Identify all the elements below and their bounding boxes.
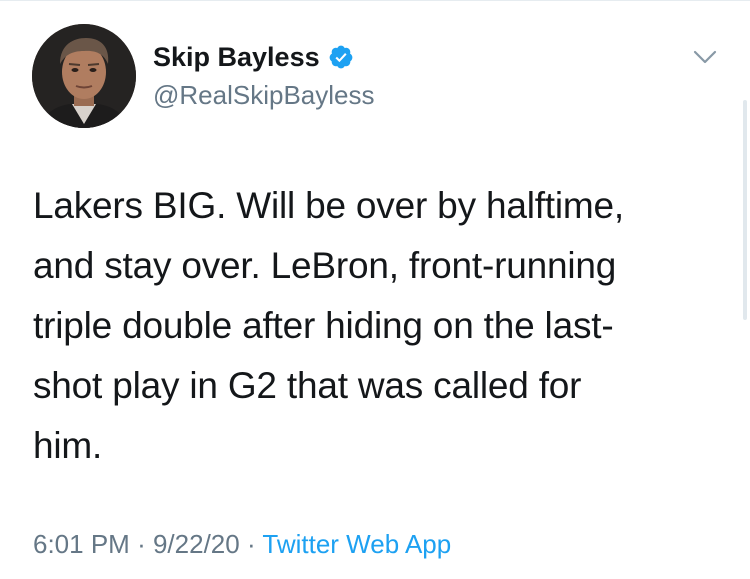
display-name[interactable]: Skip Bayless [153,40,320,74]
tweet-meta: 6:01 PM · 9/22/20 · Twitter Web App [33,526,451,562]
scrollbar[interactable] [743,100,747,320]
profile-photo-icon [32,24,136,128]
separator: · [137,529,146,559]
divider [0,0,750,1]
tweet-text: Lakers BIG. Will be over by halftime, an… [33,185,624,466]
avatar[interactable] [32,24,136,128]
tweet-source-link[interactable]: Twitter Web App [262,529,451,559]
verified-badge-icon [328,44,354,70]
author-handle[interactable]: @RealSkipBayless [153,78,374,112]
separator: · [246,529,256,559]
tweet-card: Skip Bayless @RealSkipBayless Lakers BIG… [0,0,750,579]
tweet-time[interactable]: 6:01 PM [33,529,130,559]
chevron-down-icon[interactable] [690,46,720,68]
author-name-row[interactable]: Skip Bayless [153,40,354,74]
tweet-date[interactable]: 9/22/20 [153,529,240,559]
